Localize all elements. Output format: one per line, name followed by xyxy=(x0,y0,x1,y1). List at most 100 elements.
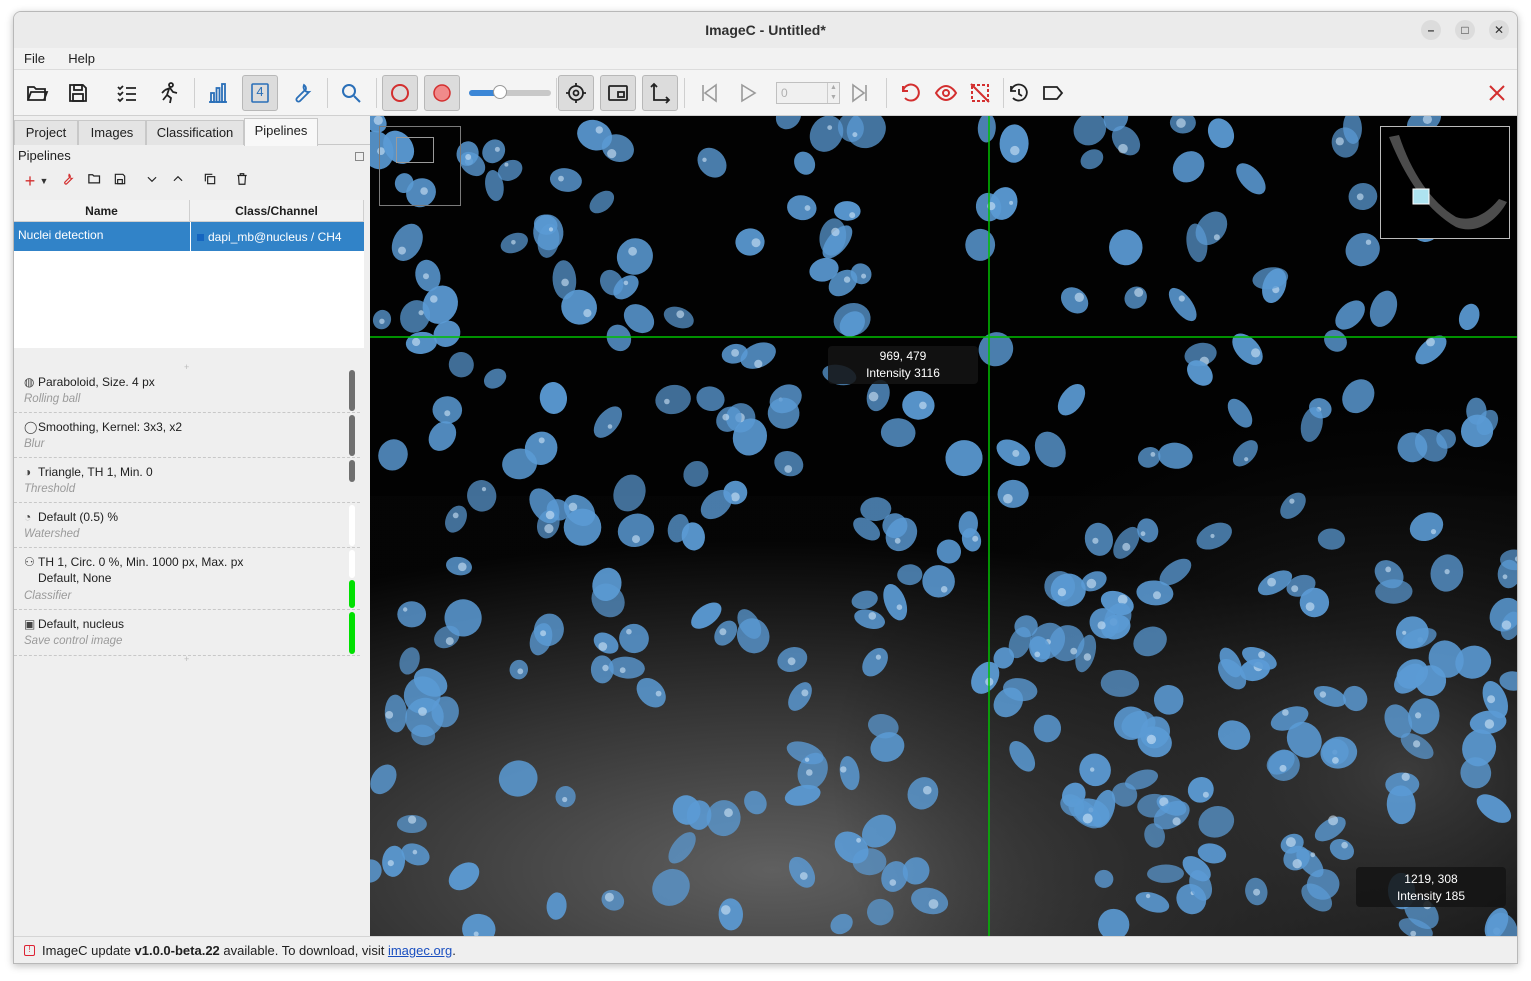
nucleus-highlight xyxy=(875,654,881,660)
step-save-control-image[interactable]: ▣ Default, nucleus Save control image xyxy=(14,610,360,656)
eye-icon[interactable] xyxy=(928,75,964,111)
nucleus-highlight xyxy=(1034,651,1041,658)
float-panel-icon[interactable] xyxy=(355,152,364,161)
nucleus-highlight xyxy=(408,815,417,824)
nucleus-highlight xyxy=(623,280,629,286)
tab-images[interactable]: Images xyxy=(78,120,146,145)
step-rolling-ball[interactable]: ◍ Paraboloid, Size. 4 px Rolling ball xyxy=(14,368,360,413)
picture-in-picture-icon[interactable] xyxy=(600,75,636,111)
tab-project[interactable]: Project xyxy=(14,120,78,145)
nucleus-highlight xyxy=(919,401,927,410)
step-status-bar-top xyxy=(349,550,355,578)
tag-icon[interactable] xyxy=(1035,75,1071,111)
nucleus-highlight xyxy=(632,535,640,544)
checklist-icon[interactable] xyxy=(109,75,145,111)
nucleus xyxy=(397,601,427,628)
minimize-icon[interactable]: – xyxy=(1421,20,1441,40)
axis-icon[interactable] xyxy=(642,75,678,111)
nucleus-highlight xyxy=(1083,653,1092,661)
save-icon[interactable] xyxy=(60,75,96,111)
step-title: Default, nucleus xyxy=(38,617,125,631)
step-blur[interactable]: ◯Smoothing, Kernel: 3x3, x2 Blur xyxy=(14,413,360,458)
microscopy-image[interactable] xyxy=(370,116,1518,936)
slider-knob[interactable] xyxy=(493,85,507,99)
close-window-icon[interactable]: ✕ xyxy=(1489,20,1509,40)
image-viewer[interactable]: 969, 479 Intensity 3116 1219, 308 Intens… xyxy=(370,116,1518,936)
step-status-bar xyxy=(349,370,355,411)
step-title-row: ◑ Triangle, TH 1, Min. 0 xyxy=(24,464,153,480)
chevron-down-icon[interactable] xyxy=(142,170,162,192)
table-row[interactable]: Nuclei detection dapi_mb@nucleus / CH4 xyxy=(14,222,364,251)
watershed-icon: ◔ xyxy=(24,510,32,524)
step-subtitle: Rolling ball xyxy=(24,393,81,405)
nucleus-highlight xyxy=(1401,772,1410,782)
nucleus-highlight xyxy=(607,149,617,159)
wrench-icon[interactable] xyxy=(58,170,78,192)
pipeline-steps: + ◍ Paraboloid, Size. 4 px Rolling ball ◯… xyxy=(14,362,370,672)
nucleus-highlight xyxy=(1487,695,1496,704)
nucleus-highlight xyxy=(1134,288,1144,297)
skip-forward-icon[interactable] xyxy=(842,75,878,111)
run-icon[interactable] xyxy=(151,75,187,111)
column-header-class-channel[interactable]: Class/Channel xyxy=(190,200,364,222)
open-folder-icon[interactable] xyxy=(84,170,104,192)
nucleus-highlight xyxy=(1244,457,1249,462)
bar-chart-icon[interactable] xyxy=(200,75,236,111)
close-icon[interactable] xyxy=(1479,75,1515,111)
pipeline-channel: dapi_mb@nucleus / CH4 xyxy=(208,230,342,244)
tab-pipelines[interactable]: Pipelines xyxy=(244,118,318,146)
nucleus-highlight xyxy=(896,604,903,610)
nucleus-highlight xyxy=(702,157,707,162)
nucleus-highlight xyxy=(1267,577,1276,587)
trash-icon[interactable] xyxy=(232,170,252,192)
nucleus-highlight xyxy=(1430,529,1437,535)
opacity-slider[interactable] xyxy=(469,85,551,99)
nucleus-highlight xyxy=(849,212,856,219)
nucleus-highlight xyxy=(801,689,809,697)
nucleus-highlight xyxy=(452,512,459,519)
maximize-icon[interactable]: □ xyxy=(1455,20,1475,40)
nucleus-highlight xyxy=(1258,651,1266,659)
step-threshold[interactable]: ◑ Triangle, TH 1, Min. 0 Threshold xyxy=(14,458,360,503)
copy-icon[interactable] xyxy=(200,170,220,192)
target-icon[interactable] xyxy=(558,75,594,111)
open-folder-icon[interactable] xyxy=(19,75,55,111)
tab-classification[interactable]: Classification xyxy=(146,120,244,145)
skip-back-icon[interactable] xyxy=(691,75,727,111)
frame-spinbox[interactable]: 0 ▲ ▼ xyxy=(776,82,840,104)
nucleus-highlight xyxy=(724,808,733,818)
menu-help[interactable]: Help xyxy=(58,48,105,70)
nucleus-highlight xyxy=(1146,734,1157,745)
classifier-icon: ⚇ xyxy=(24,555,35,569)
step-watershed[interactable]: ◔ Default (0.5) % Watershed xyxy=(14,503,360,548)
column-header-name[interactable]: Name xyxy=(14,200,190,222)
circle-outline-icon[interactable] xyxy=(382,75,418,111)
nucleus-highlight xyxy=(840,766,847,773)
play-icon[interactable] xyxy=(730,75,766,111)
nucleus-highlight xyxy=(928,899,939,909)
chevron-up-icon[interactable] xyxy=(168,170,188,192)
overview-minimap[interactable] xyxy=(1380,126,1510,239)
nucleus-highlight xyxy=(1402,630,1407,635)
wrench-icon[interactable] xyxy=(284,75,320,111)
save-icon[interactable] xyxy=(110,170,130,192)
nucleus-highlight xyxy=(804,757,810,762)
step-subtitle: Blur xyxy=(24,438,45,450)
channel-button[interactable]: 4 xyxy=(242,75,278,111)
selection-off-icon[interactable] xyxy=(962,75,998,111)
nucleus-highlight xyxy=(607,424,613,429)
channel-badge: 4 xyxy=(256,84,264,99)
viewport-indicator[interactable] xyxy=(379,126,461,206)
undo-icon[interactable] xyxy=(893,75,929,111)
menu-file[interactable]: File xyxy=(14,48,55,70)
history-icon[interactable] xyxy=(1001,75,1037,111)
add-dropdown-icon[interactable]: ▼ xyxy=(34,170,54,192)
circle-filled-icon[interactable] xyxy=(424,75,460,111)
toolbar-separator xyxy=(556,78,557,108)
update-link[interactable]: imagec.org xyxy=(388,943,452,958)
step-classifier[interactable]: ⚇ TH 1, Circ. 0 %, Min. 1000 px, Max. px D… xyxy=(14,548,360,610)
window-title: ImageC - Untitled* xyxy=(705,22,826,38)
nucleus-highlight xyxy=(540,630,547,637)
search-icon[interactable] xyxy=(333,75,369,111)
spin-arrows-icon[interactable]: ▲ ▼ xyxy=(827,83,839,103)
